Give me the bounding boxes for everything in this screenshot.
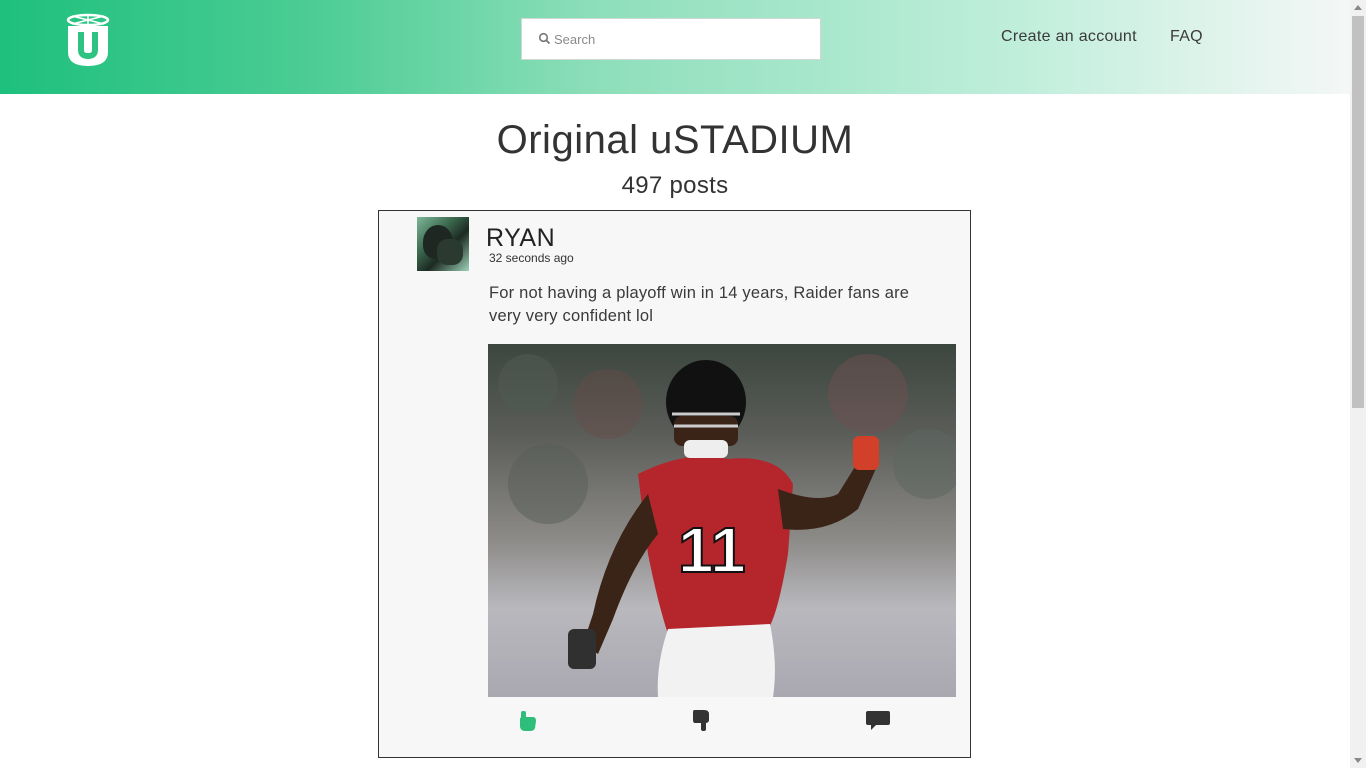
- post-image[interactable]: 11: [488, 344, 956, 697]
- search-box[interactable]: [521, 18, 821, 60]
- post-card: RYAN 32 seconds ago For not having a pla…: [378, 210, 971, 758]
- thumbs-down-icon[interactable]: [689, 707, 715, 733]
- jersey-number: 11: [678, 514, 746, 586]
- search-icon: [538, 32, 551, 45]
- page-title: Original uSTADIUM: [496, 118, 854, 162]
- ustadium-logo-icon[interactable]: [64, 12, 112, 68]
- site-header: Create an account FAQ: [0, 0, 1350, 94]
- search-input[interactable]: [554, 31, 804, 47]
- avatar[interactable]: [417, 217, 469, 271]
- scrollbar[interactable]: [1350, 0, 1366, 768]
- create-account-link[interactable]: Create an account: [1001, 28, 1137, 46]
- scroll-up-icon[interactable]: [1354, 5, 1362, 10]
- scrollbar-thumb[interactable]: [1352, 16, 1364, 408]
- post-actions: [379, 707, 972, 737]
- post-count: 497 posts: [621, 172, 729, 199]
- post-text: For not having a playoff win in 14 years…: [489, 284, 910, 325]
- thumbs-up-icon[interactable]: [514, 707, 540, 733]
- post-username[interactable]: RYAN: [486, 224, 555, 253]
- post-timestamp: 32 seconds ago: [489, 251, 574, 265]
- faq-link[interactable]: FAQ: [1170, 28, 1203, 46]
- scroll-down-icon[interactable]: [1354, 758, 1362, 763]
- comment-icon[interactable]: [865, 707, 891, 733]
